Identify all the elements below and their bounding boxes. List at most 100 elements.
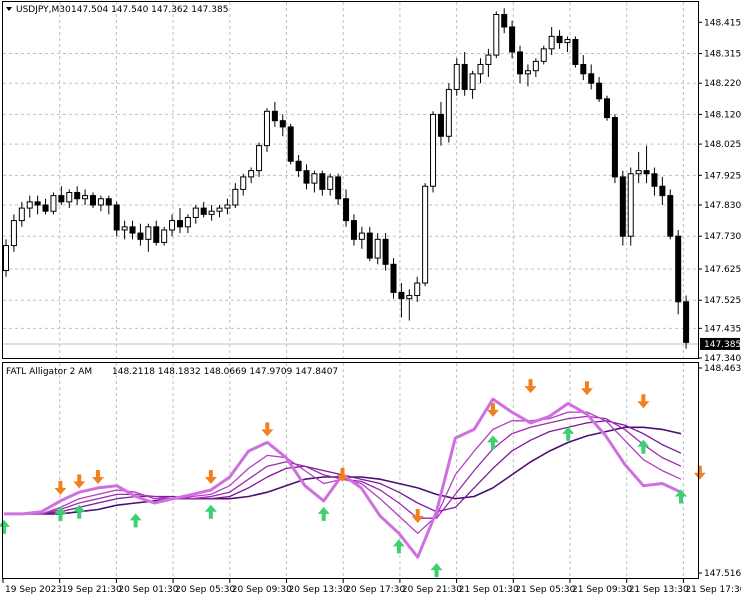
candle-body <box>145 226 152 240</box>
candle-body <box>26 201 33 209</box>
candle-body <box>667 195 674 237</box>
candle-body <box>366 232 373 259</box>
candle-body <box>271 110 278 122</box>
candle-body <box>335 176 342 200</box>
symbol-title: USDJPY,M30 <box>16 5 71 15</box>
candle-body <box>50 195 57 212</box>
candle-body <box>477 63 484 75</box>
indicator-values: 148.2118 148.1832 148.0669 147.9709 147.… <box>112 367 338 377</box>
time-label: 20 Sep 09:30 <box>232 585 292 595</box>
candle-body <box>121 226 128 231</box>
time-label: 21 Sep 09:30 <box>572 585 632 595</box>
candle-body <box>34 201 41 206</box>
candle-body <box>540 48 547 62</box>
candle-body <box>635 170 642 175</box>
candle-body <box>105 198 112 206</box>
candle-body <box>659 185 666 197</box>
candle-body <box>343 198 350 222</box>
candle-body <box>279 120 286 128</box>
price-tick-label: 148.415 <box>704 18 741 28</box>
price-tick-label: 147.925 <box>704 171 741 181</box>
candle-body <box>437 113 444 137</box>
candle-body <box>556 35 563 44</box>
price-tick-label: 147.525 <box>704 296 741 306</box>
indicator-tick-label: 148.4637 <box>704 364 741 374</box>
candle-body <box>675 235 682 303</box>
candle-body <box>327 176 334 190</box>
candle-body <box>303 170 310 184</box>
candle-body <box>445 88 452 137</box>
price-tick-label: 148.315 <box>704 50 741 60</box>
candle-body <box>564 38 571 44</box>
candle-body <box>169 220 176 231</box>
price-tick-label: 147.730 <box>704 232 741 242</box>
candle-body <box>216 207 223 212</box>
candle-body <box>422 185 429 284</box>
candle-body <box>485 54 492 65</box>
candle-body <box>683 301 690 343</box>
candle-body <box>627 173 634 237</box>
candle-body <box>390 263 397 293</box>
time-label: 21 Sep 13:30 <box>629 585 689 595</box>
candle-body <box>532 60 539 72</box>
candle-body <box>10 220 17 247</box>
candle-body <box>263 110 270 147</box>
price-tick-label: 148.220 <box>704 79 741 89</box>
price-tick-label: 147.625 <box>704 265 741 275</box>
candle-body <box>240 176 247 190</box>
candle-body <box>430 113 437 187</box>
candle-body <box>604 98 611 119</box>
indicator-tick-label: 147.5168 <box>704 569 741 579</box>
candle-body <box>74 191 81 200</box>
candle-body <box>248 170 255 178</box>
candle-body <box>382 238 389 265</box>
candle-body <box>176 220 183 228</box>
indicator-header: FATL Alligator 2 AM 148.2118 148.1832 14… <box>6 367 338 377</box>
candle-body <box>580 63 587 75</box>
candle-body <box>319 173 326 190</box>
candle-body <box>469 73 476 90</box>
candle-body <box>461 63 468 90</box>
candle-body <box>42 204 49 212</box>
candle-body <box>224 204 231 209</box>
price-tick-label: 147.340 <box>704 354 741 364</box>
candle-body <box>501 13 508 28</box>
candle-body <box>524 70 531 75</box>
candle-body <box>232 188 239 206</box>
candle-body <box>311 173 318 184</box>
time-label: 19 Sep 21:30 <box>62 585 122 595</box>
candle-body <box>161 229 168 243</box>
price-tick-label: 148.025 <box>704 140 741 150</box>
price-tick-label: 147.830 <box>704 201 741 211</box>
candle-body <box>588 73 595 84</box>
candle-body <box>66 191 73 203</box>
time-label: 20 Sep 17:30 <box>345 585 405 595</box>
candle-body <box>208 210 215 215</box>
price-tick-label: 148.120 <box>704 110 741 120</box>
candle-body <box>374 238 381 259</box>
candle-body <box>619 176 626 237</box>
candle-body <box>200 207 207 215</box>
candle-body <box>192 207 199 218</box>
time-label: 19 Sep 2023 <box>5 585 62 595</box>
candle-body <box>58 195 65 203</box>
candle-body <box>406 295 413 300</box>
candle-body <box>398 291 405 300</box>
candle-body <box>256 145 263 172</box>
candle-body <box>89 195 96 206</box>
ohlc-values: 147.504 147.540 147.362 147.385 <box>71 5 228 15</box>
time-label: 21 Sep 01:30 <box>459 585 519 595</box>
candle-body <box>611 117 618 178</box>
symbol-header: USDJPY,M30 147.504 147.540 147.362 147.3… <box>6 5 228 15</box>
price-tick-label: 147.435 <box>704 324 741 334</box>
candle-body <box>596 82 603 100</box>
candle-body <box>350 220 357 240</box>
candle-body <box>493 13 500 56</box>
time-label: 21 Sep 05:30 <box>515 585 575 595</box>
candle-body <box>18 207 25 222</box>
candle-body <box>97 198 104 206</box>
time-label: 20 Sep 13:30 <box>289 585 349 595</box>
candle-body <box>295 160 302 172</box>
candle-body <box>651 173 658 187</box>
trading-terminal-chart[interactable]: 148.415 148.315 148.220 148.120 148.025 147.9… <box>0 0 741 600</box>
